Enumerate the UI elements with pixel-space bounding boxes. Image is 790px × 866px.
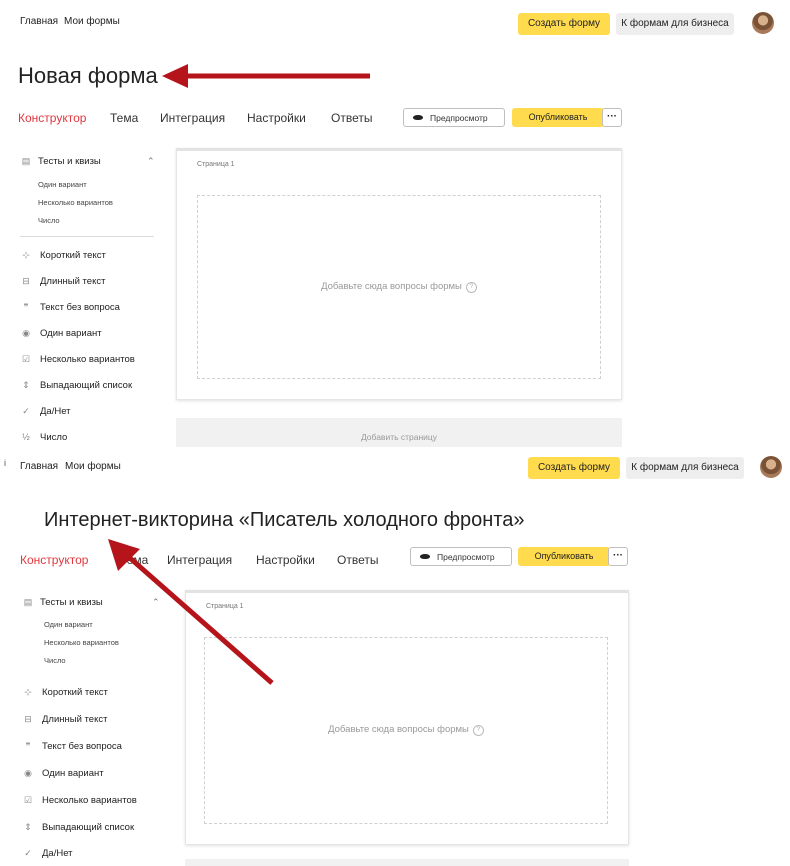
top-navigation-bar: Главная Мои формы Создать форму К формам… bbox=[0, 0, 790, 44]
sidebar-group-quizzes[interactable]: Тесты и квизы bbox=[40, 597, 103, 608]
sidebar-item-yes-no[interactable]: Да/Нет bbox=[42, 848, 73, 859]
checkbox-icon: ☑ bbox=[23, 795, 33, 805]
tab-constructor[interactable]: Конструктор bbox=[18, 111, 86, 125]
tab-answers[interactable]: Ответы bbox=[337, 553, 378, 567]
sidebar-subitem-number[interactable]: Число bbox=[44, 656, 66, 665]
tab-integration[interactable]: Интеграция bbox=[160, 111, 225, 125]
add-page-button[interactable]: Добавить страницу bbox=[176, 418, 622, 447]
sidebar-item-single-choice[interactable]: Один вариант bbox=[42, 768, 104, 779]
short-text-icon: ⊹ bbox=[24, 687, 32, 697]
create-form-button[interactable]: Создать форму bbox=[518, 13, 610, 35]
more-options-button[interactable]: ··· bbox=[608, 547, 628, 566]
preview-label: Предпросмотр bbox=[430, 113, 488, 123]
radio-icon: ◉ bbox=[22, 328, 30, 338]
sidebar-item-text-no-question[interactable]: Текст без вопроса bbox=[40, 302, 120, 313]
sidebar-group-quizzes[interactable]: Тесты и квизы bbox=[38, 156, 101, 167]
chevron-up-icon[interactable]: ⌃ bbox=[147, 156, 155, 167]
sidebar-item-yes-no[interactable]: Да/Нет bbox=[40, 406, 71, 417]
business-forms-button[interactable]: К формам для бизнеса bbox=[626, 457, 744, 479]
nav-home-link[interactable]: Главная bbox=[20, 461, 58, 472]
form-title[interactable]: Интернет-викторина «Писатель холодного ф… bbox=[44, 509, 525, 532]
check-icon: ✓ bbox=[22, 406, 30, 416]
quote-icon: ❞ bbox=[25, 741, 31, 751]
avatar[interactable] bbox=[760, 456, 782, 478]
sidebar-item-short-text[interactable]: Короткий текст bbox=[40, 250, 106, 261]
create-form-button[interactable]: Создать форму bbox=[528, 457, 620, 479]
form-page-card: Страница 1 Добавьте сюда вопросы формы? bbox=[176, 148, 622, 400]
sidebar-item-text-no-question[interactable]: Текст без вопроса bbox=[42, 741, 122, 752]
radio-icon: ◉ bbox=[24, 768, 32, 778]
eye-icon bbox=[413, 115, 423, 120]
page-label: Страница 1 bbox=[197, 161, 235, 168]
tab-theme[interactable]: Тема bbox=[110, 111, 138, 125]
publish-button[interactable]: Опубликовать bbox=[512, 108, 604, 127]
top-navigation-bar: Главная Мои формы Создать форму К формам… bbox=[0, 447, 790, 491]
tab-constructor[interactable]: Конструктор bbox=[20, 553, 88, 567]
help-icon[interactable]: ? bbox=[465, 282, 477, 293]
sidebar-subitem-single[interactable]: Один вариант bbox=[38, 180, 87, 189]
sidebar-item-short-text[interactable]: Короткий текст bbox=[42, 687, 108, 698]
sidebar-item-number[interactable]: Число bbox=[40, 432, 67, 443]
sidebar-divider bbox=[20, 236, 154, 237]
dropzone-hint: Добавьте сюда вопросы формы? bbox=[205, 724, 607, 736]
sidebar-item-long-text[interactable]: Длинный текст bbox=[40, 276, 105, 287]
screenshot-quiz-form: i Главная Мои формы Создать форму К форм… bbox=[0, 447, 790, 866]
business-forms-button[interactable]: К формам для бизнеса bbox=[616, 13, 734, 35]
avatar[interactable] bbox=[752, 12, 774, 34]
quote-icon: ❞ bbox=[23, 302, 29, 312]
eye-icon bbox=[420, 554, 430, 559]
tab-answers[interactable]: Ответы bbox=[331, 111, 372, 125]
help-icon[interactable]: ? bbox=[472, 725, 484, 736]
checkbox-icon: ☑ bbox=[21, 354, 31, 364]
check-icon: ✓ bbox=[24, 848, 32, 858]
sidebar-item-dropdown[interactable]: Выпадающий список bbox=[42, 822, 134, 833]
sidebar-item-long-text[interactable]: Длинный текст bbox=[42, 714, 107, 725]
tab-settings[interactable]: Настройки bbox=[247, 111, 306, 125]
dropdown-icon: ⇕ bbox=[24, 822, 32, 832]
more-options-button[interactable]: ··· bbox=[602, 108, 622, 127]
annotation-arrow-2 bbox=[108, 539, 274, 685]
dropdown-icon: ⇕ bbox=[22, 380, 30, 390]
number-icon: ½ bbox=[22, 432, 30, 442]
sidebar-item-multiple-choice[interactable]: Несколько вариантов bbox=[42, 795, 137, 806]
long-text-icon: ⊟ bbox=[22, 276, 30, 286]
sidebar-subitem-single[interactable]: Один вариант bbox=[44, 620, 93, 629]
preview-button[interactable]: Предпросмотр bbox=[403, 108, 505, 127]
sidebar-subitem-multiple[interactable]: Несколько вариантов bbox=[38, 198, 113, 207]
short-text-icon: ⊹ bbox=[22, 250, 30, 260]
nav-my-forms-link[interactable]: Мои формы bbox=[64, 16, 120, 27]
nav-my-forms-link[interactable]: Мои формы bbox=[65, 461, 121, 472]
publish-button[interactable]: Опубликовать bbox=[518, 547, 610, 566]
preview-button[interactable]: Предпросмотр bbox=[410, 547, 512, 566]
screenshot-new-form: Главная Мои формы Создать форму К формам… bbox=[0, 0, 790, 447]
long-text-icon: ⊟ bbox=[24, 714, 32, 724]
preview-label: Предпросмотр bbox=[437, 552, 495, 562]
sidebar-item-multiple-choice[interactable]: Несколько вариантов bbox=[40, 354, 135, 365]
add-page-button[interactable] bbox=[185, 859, 629, 866]
sidebar-item-single-choice[interactable]: Один вариант bbox=[40, 328, 102, 339]
dropzone-hint: Добавьте сюда вопросы формы? bbox=[198, 281, 600, 293]
quiz-icon: ▤ bbox=[23, 597, 33, 607]
sidebar-item-dropdown[interactable]: Выпадающий список bbox=[40, 380, 132, 391]
questions-dropzone[interactable]: Добавьте сюда вопросы формы? bbox=[197, 195, 601, 379]
quiz-icon: ▤ bbox=[21, 156, 31, 166]
sidebar-subitem-number[interactable]: Число bbox=[38, 216, 60, 225]
annotation-arrow-1 bbox=[162, 64, 370, 88]
nav-home-link[interactable]: Главная bbox=[20, 16, 58, 27]
form-title[interactable]: Новая форма bbox=[18, 63, 158, 89]
